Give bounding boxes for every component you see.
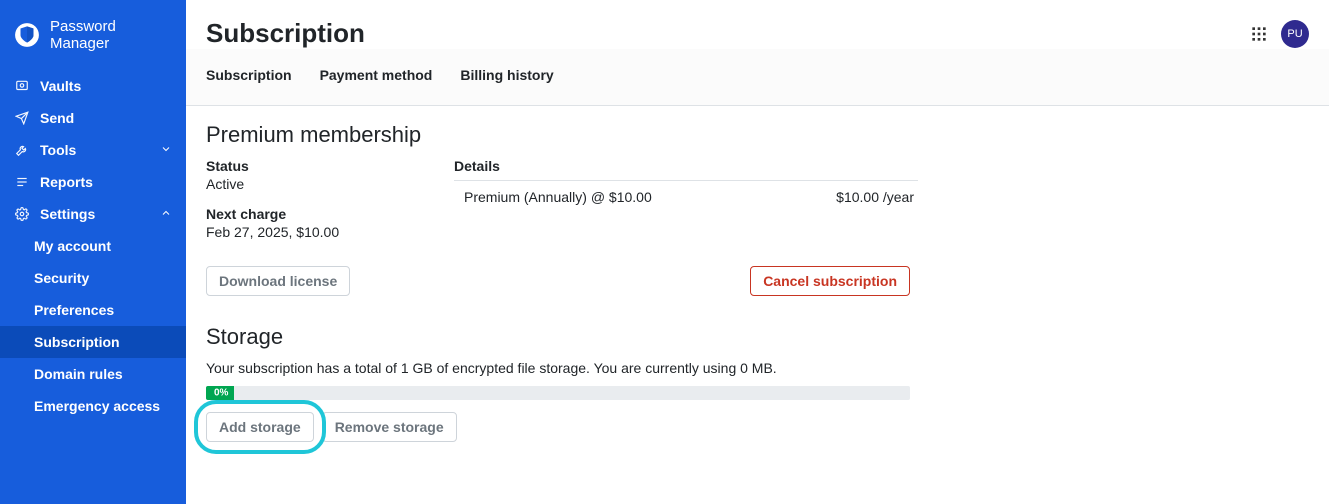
subnav-subscription[interactable]: Subscription	[0, 326, 186, 358]
plan-line: Premium (Annually) @ $10.00	[464, 189, 652, 205]
brand-label: Password Manager	[50, 18, 174, 52]
reports-icon	[14, 175, 30, 189]
apps-grid-icon[interactable]	[1251, 26, 1267, 42]
shield-icon	[14, 22, 40, 48]
plan-price: $10.00 /year	[836, 189, 914, 205]
membership-actions: Download license Cancel subscription	[206, 266, 910, 296]
sidebar-item-send[interactable]: Send	[0, 102, 186, 134]
details-label: Details	[454, 158, 918, 181]
tab-payment-method[interactable]: Payment method	[320, 67, 433, 95]
tab-billing-history[interactable]: Billing history	[460, 67, 553, 95]
gear-icon	[14, 207, 30, 221]
sidebar-item-reports[interactable]: Reports	[0, 166, 186, 198]
highlight-ring: Add storage	[206, 412, 314, 442]
subnav-my-account[interactable]: My account	[0, 230, 186, 262]
sidebar-item-vaults[interactable]: Vaults	[0, 70, 186, 102]
tab-subscription[interactable]: Subscription	[206, 67, 292, 95]
subnav-security[interactable]: Security	[0, 262, 186, 294]
add-storage-button[interactable]: Add storage	[206, 412, 314, 442]
nav-list: Vaults Send Tools	[0, 70, 186, 230]
vault-icon	[14, 79, 30, 93]
cancel-subscription-button[interactable]: Cancel subscription	[750, 266, 910, 296]
wrench-icon	[14, 143, 30, 157]
download-license-button[interactable]: Download license	[206, 266, 350, 296]
storage-title: Storage	[206, 324, 1309, 350]
storage-desc: Your subscription has a total of 1 GB of…	[206, 360, 1309, 376]
status-value: Active	[206, 176, 446, 192]
status-label: Status	[206, 158, 446, 174]
storage-progress-label: 0%	[214, 388, 228, 399]
sidebar-item-tools[interactable]: Tools	[0, 134, 186, 166]
main: Subscription PU Subscriptio	[186, 0, 1329, 504]
sidebar-item-label: Tools	[40, 142, 76, 158]
next-charge-value: Feb 27, 2025, $10.00	[206, 224, 446, 240]
sidebar-item-label: Vaults	[40, 78, 81, 94]
chevron-down-icon	[160, 142, 172, 158]
sidebar-item-label: Settings	[40, 206, 95, 222]
remove-storage-button[interactable]: Remove storage	[322, 412, 457, 442]
storage-progress: 0%	[206, 386, 910, 400]
next-charge-label: Next charge	[206, 206, 446, 222]
tabs: Subscription Payment method Billing hist…	[186, 49, 1329, 105]
page-title: Subscription	[206, 18, 365, 49]
sidebar-item-settings[interactable]: Settings	[0, 198, 186, 230]
sidebar-item-label: Reports	[40, 174, 93, 190]
subnav-domain-rules[interactable]: Domain rules	[0, 358, 186, 390]
brand[interactable]: Password Manager	[0, 12, 186, 70]
sidebar-item-label: Send	[40, 110, 74, 126]
membership-title: Premium membership	[206, 122, 1309, 148]
storage-actions: Add storage Remove storage	[206, 412, 1309, 442]
subnav-preferences[interactable]: Preferences	[0, 294, 186, 326]
sidebar: Password Manager Vaults Send Tools	[0, 0, 186, 504]
subnav-emergency-access[interactable]: Emergency access	[0, 390, 186, 422]
send-icon	[14, 111, 30, 125]
details-row: Premium (Annually) @ $10.00 $10.00 /year	[454, 187, 918, 207]
chevron-up-icon	[160, 206, 172, 222]
content: Premium membership Status Active Next ch…	[186, 106, 1329, 458]
avatar[interactable]: PU	[1281, 20, 1309, 48]
header-block: Subscription PU Subscriptio	[186, 0, 1329, 106]
settings-subnav: My account Security Preferences Subscrip…	[0, 230, 186, 422]
